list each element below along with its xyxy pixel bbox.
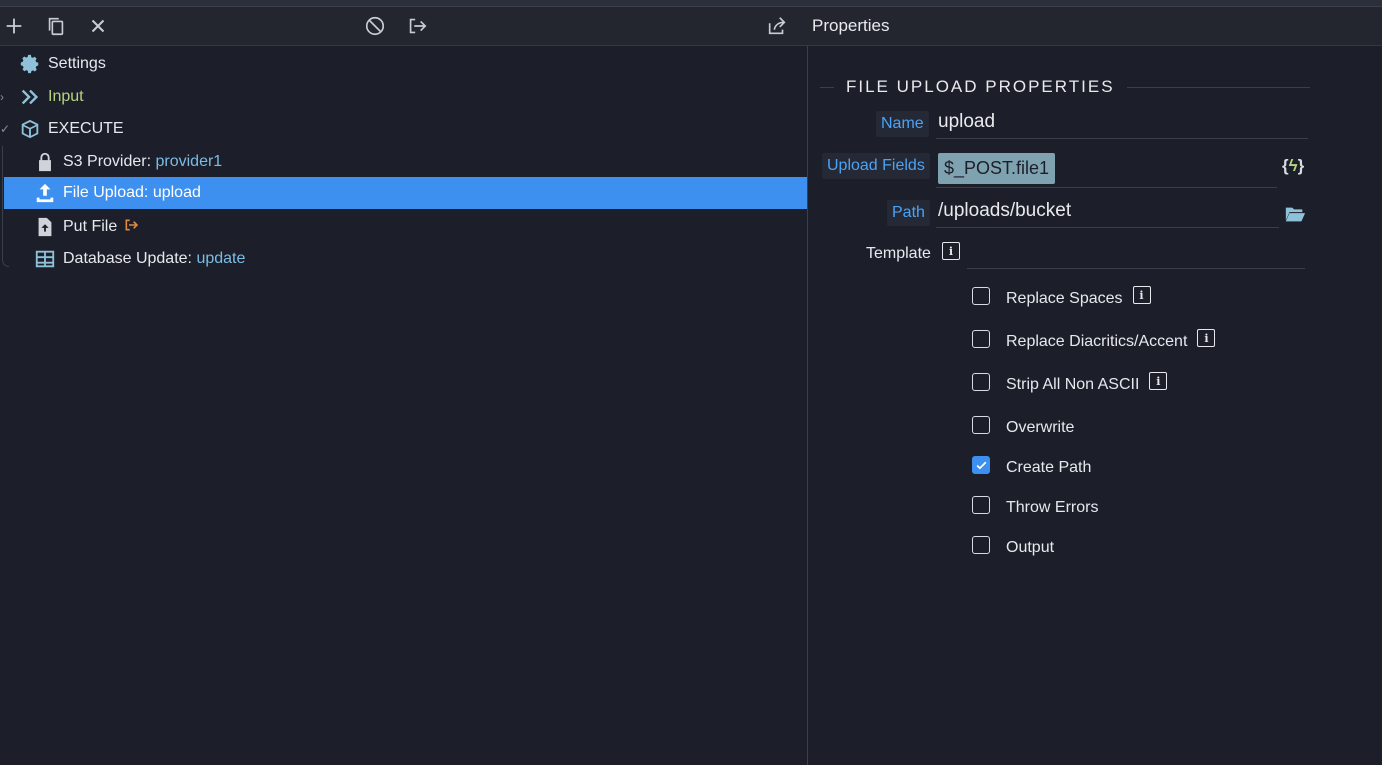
execute-expand-arrow[interactable]: ✓	[0, 113, 10, 145]
tree-item-label: Settings	[48, 55, 106, 72]
dynamic-data-picker-icon[interactable]: {ϟ}	[1282, 156, 1304, 176]
name-input[interactable]: upload	[936, 106, 1308, 139]
gear-icon	[18, 52, 42, 76]
checkbox-box[interactable]	[972, 496, 990, 514]
chevrons-right-icon	[18, 85, 42, 109]
tree-item-database-update[interactable]: Database Update: update	[33, 243, 245, 275]
share-icon[interactable]	[765, 14, 789, 38]
info-icon[interactable]: i	[1197, 329, 1216, 347]
checkbox-replace-diacritics[interactable]: Replace Diacritics/Accent i	[972, 327, 1216, 351]
template-input[interactable]	[967, 236, 1305, 269]
sign-out-icon[interactable]	[405, 14, 429, 38]
input-collapse-arrow[interactable]: ›	[0, 81, 6, 113]
table-icon	[33, 247, 57, 271]
tree-item-value: update	[196, 250, 246, 267]
upload-icon	[33, 181, 57, 205]
checkbox-box[interactable]	[972, 330, 990, 348]
path-input[interactable]: /uploads/bucket	[936, 195, 1279, 228]
tree-item-s3-provider[interactable]: S3 Provider: provider1	[33, 146, 222, 178]
tree-item-prefix: Database Update:	[63, 250, 192, 267]
properties-panel-title: Properties	[812, 16, 890, 35]
checkbox-strip-non-ascii[interactable]: Strip All Non ASCII i	[972, 370, 1168, 394]
tree-item-value: provider1	[155, 153, 223, 170]
template-label: Template	[866, 245, 931, 262]
toolbar: Properties	[0, 7, 1382, 46]
checkbox-create-path[interactable]: Create Path	[972, 453, 1091, 477]
path-label: Path	[887, 200, 930, 226]
checkbox-box[interactable]	[972, 373, 990, 391]
cube-icon	[18, 117, 42, 141]
checkbox-label: Replace Spaces	[1006, 290, 1123, 307]
tree-item-label: EXECUTE	[48, 120, 124, 137]
checkbox-label: Create Path	[1006, 459, 1092, 476]
plus-icon[interactable]	[2, 14, 26, 38]
checkbox-label: Replace Diacritics/Accent	[1006, 333, 1188, 350]
checkbox-box[interactable]	[972, 416, 990, 434]
steps-tree-panel: › ✓ Settings Input EXECUTE S3 Provider: …	[0, 46, 807, 765]
checkbox-box[interactable]	[972, 456, 990, 474]
tree-item-label: Input	[48, 88, 84, 105]
tree-item-value: upload	[152, 184, 201, 201]
section-line-right	[1126, 86, 1310, 88]
upload-fields-input[interactable]: $_POST.file1	[936, 149, 1277, 188]
tree-item-settings[interactable]: Settings	[18, 48, 106, 80]
checkbox-box[interactable]	[972, 536, 990, 554]
folder-open-icon[interactable]	[1284, 203, 1306, 230]
tree-item-file-upload[interactable]: File Upload: upload	[4, 177, 807, 209]
tree-item-prefix: File Upload:	[63, 184, 149, 201]
properties-panel: FILE UPLOAD PROPERTIES Name upload Uploa…	[808, 46, 1382, 765]
checkbox-overwrite[interactable]: Overwrite	[972, 413, 1074, 437]
checkbox-throw-errors[interactable]: Throw Errors	[972, 493, 1098, 517]
name-label: Name	[876, 111, 929, 137]
window-top-edge	[0, 0, 1382, 7]
lock-icon	[33, 150, 57, 174]
checkbox-label: Throw Errors	[1006, 499, 1099, 516]
info-icon[interactable]: i	[942, 242, 960, 260]
checkbox-output[interactable]: Output	[972, 533, 1054, 557]
upload-field-token[interactable]: $_POST.file1	[938, 152, 1056, 184]
copy-icon[interactable]	[44, 14, 68, 38]
section-header: FILE UPLOAD PROPERTIES	[820, 76, 1310, 98]
tree-item-input[interactable]: Input	[18, 81, 84, 113]
checkbox-label: Output	[1006, 539, 1055, 556]
ban-icon[interactable]	[363, 14, 387, 38]
sign-out-icon	[123, 217, 139, 238]
section-title: FILE UPLOAD PROPERTIES	[846, 77, 1115, 96]
checkbox-label: Strip All Non ASCII	[1006, 376, 1140, 393]
check-icon	[976, 461, 986, 469]
tree-item-put-file[interactable]: Put File	[33, 211, 139, 243]
file-upload-icon	[33, 215, 57, 239]
tree-item-execute[interactable]: EXECUTE	[18, 113, 124, 145]
checkbox-replace-spaces[interactable]: Replace Spaces i	[972, 284, 1151, 308]
checkbox-label: Overwrite	[1006, 419, 1075, 436]
tree-item-prefix: S3 Provider:	[63, 153, 152, 170]
section-line-left	[820, 86, 834, 88]
checkbox-box[interactable]	[972, 287, 990, 305]
close-icon[interactable]	[86, 14, 110, 38]
info-icon[interactable]: i	[1132, 286, 1151, 304]
info-icon[interactable]: i	[1149, 372, 1168, 390]
upload-fields-label: Upload Fields	[822, 153, 930, 179]
tree-item-prefix: Put File	[63, 218, 118, 235]
